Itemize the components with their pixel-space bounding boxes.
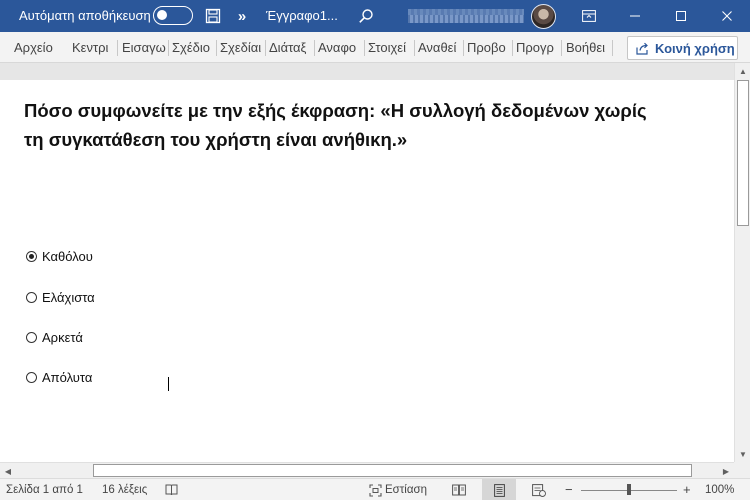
autosave-label: Αυτόματη αποθήκευση: [19, 8, 151, 23]
account-email-redacted: [408, 15, 524, 23]
option-3[interactable]: Αρκετά: [26, 330, 83, 345]
share-label: Κοινή χρήση: [655, 40, 735, 56]
scroll-right-icon[interactable]: ▶: [718, 463, 734, 479]
more-commands-icon[interactable]: »: [232, 6, 252, 26]
tab-divider: [512, 40, 513, 56]
tab-references[interactable]: Αναφο: [318, 40, 363, 55]
share-icon: [636, 42, 648, 55]
option-label: Αρκετά: [42, 330, 83, 345]
radio-button-checked[interactable]: [26, 251, 37, 262]
tab-view[interactable]: Προβο: [467, 40, 511, 55]
option-2[interactable]: Ελάχιστα: [26, 290, 95, 305]
minimize-icon[interactable]: [612, 0, 658, 32]
tab-developer[interactable]: Προγρ: [516, 40, 560, 55]
option-label: Καθόλου: [42, 249, 93, 264]
print-layout-icon[interactable]: [492, 483, 506, 497]
text-cursor: [168, 377, 169, 391]
tab-layout[interactable]: Διάταξ: [269, 40, 313, 55]
vertical-scrollbar[interactable]: ▲ ▼: [734, 63, 750, 462]
radio-button[interactable]: [26, 332, 37, 343]
option-label: Ελάχιστα: [42, 290, 95, 305]
proofing-book-icon[interactable]: [164, 483, 178, 497]
title-bar: Αυτόματη αποθήκευση » Έγγραφο1...: [0, 0, 750, 32]
scroll-left-icon[interactable]: ◀: [0, 463, 16, 479]
tab-divider: [463, 40, 464, 56]
scrollbar-corner: [734, 462, 750, 478]
tab-divider: [364, 40, 365, 56]
word-count[interactable]: 16 λέξεις: [102, 484, 147, 496]
tab-divider: [414, 40, 415, 56]
tab-help[interactable]: Βοήθει: [566, 40, 610, 55]
tab-draw[interactable]: Σχέδιο: [172, 40, 215, 55]
horizontal-scroll-thumb[interactable]: [93, 464, 692, 477]
option-1[interactable]: Καθόλου: [26, 249, 93, 264]
radio-button[interactable]: [26, 372, 37, 383]
tab-divider: [216, 40, 217, 56]
zoom-level[interactable]: 100%: [705, 484, 734, 496]
tab-divider: [265, 40, 266, 56]
tab-mailings[interactable]: Στοιχεί: [368, 40, 413, 55]
tab-divider: [612, 40, 613, 56]
ribbon-display-icon[interactable]: [566, 0, 612, 32]
tab-file[interactable]: Αρχείο: [14, 40, 53, 55]
focus-icon[interactable]: [368, 483, 382, 497]
tab-home[interactable]: Κεντρι: [72, 40, 115, 55]
web-layout-icon[interactable]: [532, 483, 546, 497]
tab-design[interactable]: Σχεδίαι: [220, 40, 264, 55]
option-label: Απόλυτα: [42, 370, 93, 385]
focus-label[interactable]: Εστίαση: [385, 484, 427, 496]
status-bar: Σελίδα 1 από 1 16 λέξεις Εστίαση − + 100…: [0, 478, 750, 500]
tab-review[interactable]: Αναθεί: [418, 40, 462, 55]
page-count[interactable]: Σελίδα 1 από 1: [6, 484, 83, 496]
question-text: Πόσο συμφωνείτε με την εξής έκφραση: «Η …: [24, 100, 647, 150]
tab-divider: [168, 40, 169, 56]
radio-button[interactable]: [26, 292, 37, 303]
vertical-scroll-thumb[interactable]: [737, 80, 749, 226]
tab-divider: [117, 40, 118, 56]
save-icon[interactable]: [203, 6, 223, 26]
tab-divider: [314, 40, 315, 56]
toggle-knob: [157, 10, 167, 20]
ribbon-tabs: Αρχείο Κεντρι Εισαγω Σχέδιο Σχεδίαι Διάτ…: [0, 32, 750, 63]
zoom-out-button[interactable]: −: [565, 482, 573, 497]
scroll-down-icon[interactable]: ▼: [735, 446, 750, 462]
search-icon[interactable]: [356, 6, 376, 26]
maximize-icon[interactable]: [658, 0, 704, 32]
option-4[interactable]: Απόλυτα: [26, 370, 92, 385]
document-title[interactable]: Έγγραφο1...: [266, 8, 338, 23]
horizontal-scrollbar[interactable]: ◀ ▶: [0, 462, 734, 478]
zoom-in-button[interactable]: +: [683, 482, 691, 497]
avatar[interactable]: [531, 4, 556, 29]
tab-divider: [561, 40, 562, 56]
tab-insert[interactable]: Εισαγω: [122, 40, 167, 55]
autosave-toggle[interactable]: [153, 6, 193, 25]
read-mode-icon[interactable]: [452, 483, 466, 497]
share-button[interactable]: Κοινή χρήση: [627, 36, 738, 60]
scroll-up-icon[interactable]: ▲: [735, 63, 750, 79]
zoom-slider-thumb[interactable]: [627, 484, 631, 495]
close-icon[interactable]: [704, 0, 750, 32]
